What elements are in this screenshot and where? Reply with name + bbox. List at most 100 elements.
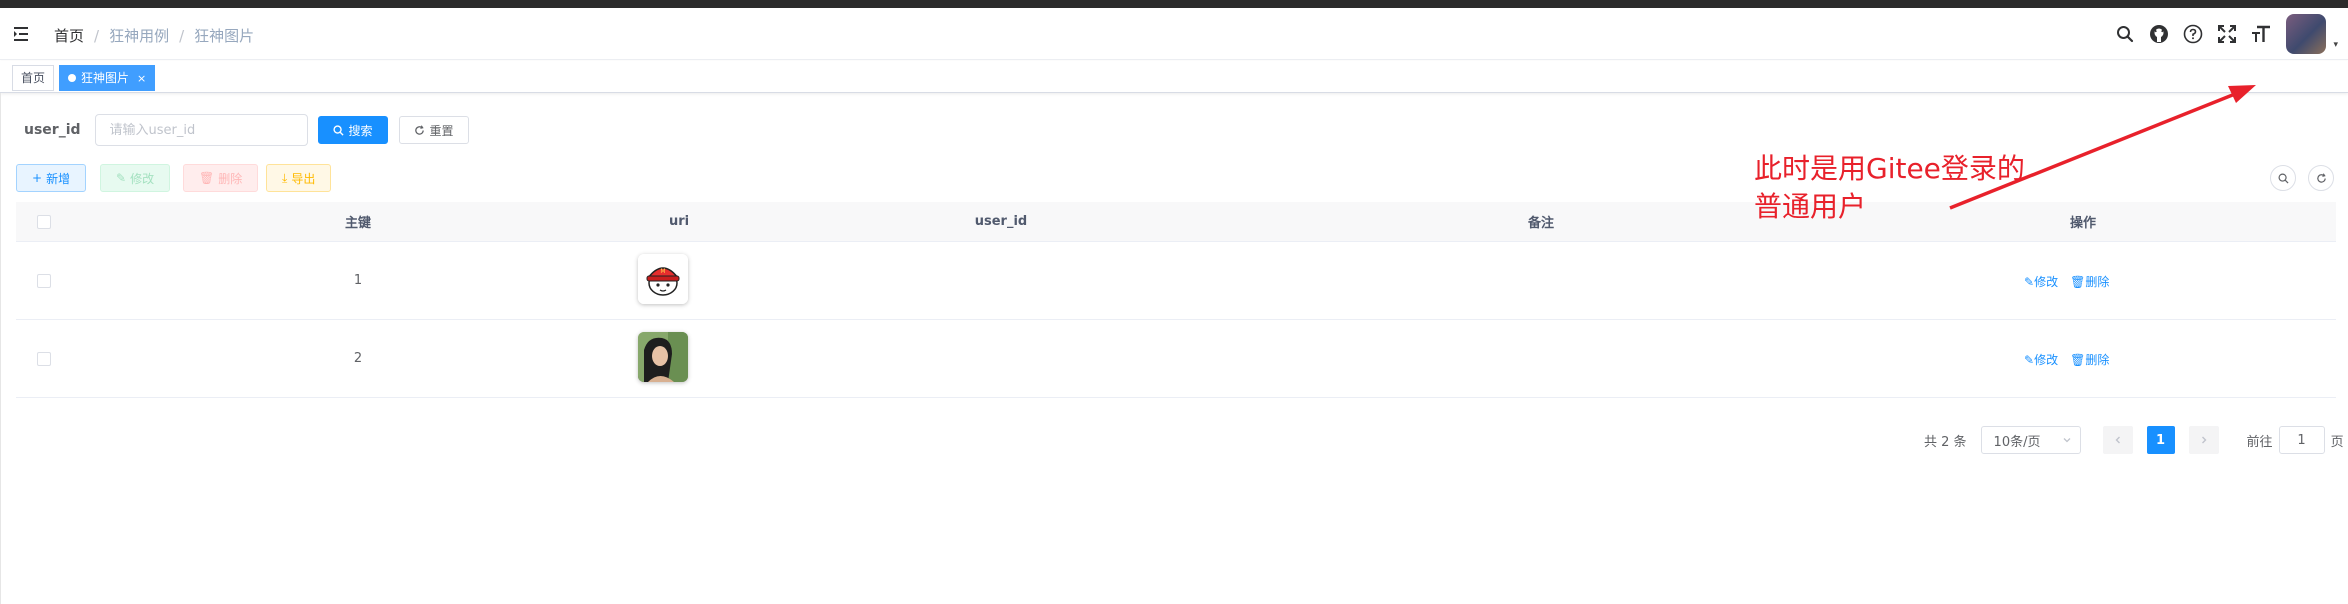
user-id-label: user_id — [24, 122, 81, 138]
search-icon — [332, 124, 344, 136]
breadcrumb-item: 狂神用例 — [109, 27, 170, 45]
row-delete-label: 删除 — [2085, 275, 2110, 289]
row-actions: ✎修改 🗑︎删除 — [2024, 273, 2109, 290]
edit-icon: ✎ — [116, 171, 127, 185]
chevron-left-icon — [2115, 436, 2120, 444]
breadcrumb: 首页 / 狂神用例 / 狂神图片 — [54, 25, 254, 46]
edit-button[interactable]: ✎ 修改 — [100, 164, 171, 192]
row-select-cell — [16, 273, 72, 288]
export-button-label: 导出 — [291, 171, 316, 186]
tag-label: 狂神图片 — [81, 71, 130, 85]
breadcrumb-home[interactable]: 首页 — [54, 25, 84, 46]
row-delete-label: 删除 — [2085, 353, 2110, 367]
goto-page-input[interactable] — [2278, 426, 2325, 454]
annotation-line-2: 普通用户 — [1754, 190, 1867, 223]
next-page-button[interactable] — [2188, 426, 2219, 454]
search-icon — [2278, 173, 2289, 184]
reset-button[interactable]: 重置 — [398, 116, 469, 144]
page-size-select[interactable]: 10条/页 — [1980, 426, 2081, 454]
user-id-input[interactable] — [94, 114, 308, 146]
toggle-search-button[interactable] — [2270, 165, 2296, 191]
table-row: 2 ✎修改 🗑︎删除 — [16, 320, 2336, 398]
row-edit-label: 修改 — [2034, 353, 2059, 367]
tag-label: 首页 — [21, 71, 46, 85]
search-form: user_id 搜索 重置 — [24, 114, 469, 146]
page-size-value: 10条/页 — [1993, 434, 2041, 450]
col-header-uri: uri — [668, 214, 690, 229]
help-icon[interactable] — [2176, 8, 2210, 60]
refresh-icon — [414, 124, 424, 135]
row-edit-link[interactable]: ✎修改 — [2024, 351, 2058, 368]
row-checkbox[interactable] — [37, 351, 51, 366]
row-delete-link[interactable]: 🗑︎删除 — [2070, 273, 2109, 290]
active-dot-icon — [68, 73, 76, 82]
annotation-line-1: 此时是用Gitee登录的 — [1754, 152, 2025, 185]
chevron-right-icon — [2201, 436, 2207, 444]
col-header-user-id: user_id — [974, 214, 1028, 229]
page-number-current[interactable]: 1 — [2146, 426, 2175, 454]
add-button-label: 新增 — [46, 171, 71, 186]
table-row: 1 M ✎修改 🗑︎删除 — [16, 242, 2336, 320]
cell-id: 2 — [353, 351, 363, 366]
refresh-icon — [2316, 172, 2326, 183]
browser-top-strip — [0, 0, 2348, 8]
chevron-down-icon — [2063, 438, 2071, 443]
left-border — [0, 93, 1, 604]
prev-page-button[interactable] — [2102, 426, 2133, 454]
row-edit-link[interactable]: ✎修改 — [2024, 273, 2058, 290]
uri-image-thumbnail[interactable] — [638, 332, 688, 382]
uri-image-thumbnail[interactable]: M — [638, 254, 688, 304]
data-table: 主键 uri user_id 备注 操作 1 M ✎修改 🗑︎删除 2 ✎修改 … — [16, 202, 2336, 398]
row-select-cell — [16, 351, 72, 366]
annotation-text: 此时是用Gitee登录的 普通用户 — [1754, 150, 2025, 226]
edit-icon: ✎ — [2024, 353, 2035, 367]
navbar: 首页 / 狂神用例 / 狂神图片 ▾ — [0, 8, 2348, 60]
fullscreen-icon[interactable] — [2210, 8, 2244, 60]
delete-button[interactable]: 🗑︎ 删除 — [183, 164, 259, 192]
select-all-checkbox[interactable] — [37, 214, 51, 229]
plus-icon: + — [32, 171, 43, 185]
cartoon-avatar-icon: M — [638, 254, 688, 304]
goto-prefix: 前往 — [2246, 434, 2273, 450]
delete-button-label: 删除 — [218, 171, 243, 186]
tags-view: 首页 狂神图片 × — [0, 61, 2348, 93]
edit-button-label: 修改 — [130, 171, 155, 186]
row-checkbox[interactable] — [37, 273, 51, 288]
svg-text:M: M — [660, 268, 665, 275]
tag-home[interactable]: 首页 — [12, 65, 55, 91]
col-header-remark: 备注 — [1527, 216, 1554, 231]
trash-icon: 🗑︎ — [2070, 275, 2086, 289]
breadcrumb-separator: / — [94, 26, 100, 45]
reset-button-label: 重置 — [429, 123, 454, 138]
export-button[interactable]: ⤓ 导出 — [266, 164, 332, 192]
download-icon: ⤓ — [282, 170, 288, 185]
select-all-cell — [16, 214, 72, 229]
github-icon[interactable] — [2142, 8, 2176, 60]
goto-suffix: 页 — [2330, 434, 2344, 450]
edit-icon: ✎ — [2024, 275, 2035, 289]
trash-icon: 🗑︎ — [199, 171, 215, 185]
add-button[interactable]: + 新增 — [16, 164, 87, 192]
font-size-icon[interactable] — [2244, 8, 2278, 60]
close-icon[interactable]: × — [137, 72, 146, 85]
search-icon[interactable] — [2108, 8, 2142, 60]
search-button[interactable]: 搜索 — [317, 116, 388, 144]
portrait-photo-icon — [638, 332, 688, 382]
trash-icon: 🗑︎ — [2070, 353, 2086, 367]
search-button-label: 搜索 — [348, 123, 373, 138]
breadcrumb-separator: / — [179, 26, 185, 45]
page-jumper: 前往 页 — [2247, 426, 2344, 454]
row-edit-label: 修改 — [2034, 275, 2059, 289]
refresh-button[interactable] — [2308, 165, 2334, 191]
avatar-dropdown[interactable]: ▾ — [2278, 8, 2348, 60]
breadcrumb-current: 狂神图片 — [194, 27, 255, 45]
tag-active[interactable]: 狂神图片 × — [59, 65, 156, 91]
cell-id: 1 — [353, 273, 363, 288]
col-header-id: 主键 — [344, 216, 371, 231]
right-menu: ▾ — [2108, 8, 2348, 60]
avatar[interactable] — [2286, 14, 2326, 54]
pagination: 共 2 条 10条/页 1 前往 页 — [1924, 426, 2344, 454]
pagination-total: 共 2 条 — [1924, 434, 1967, 450]
hamburger-icon[interactable] — [12, 24, 32, 44]
row-delete-link[interactable]: 🗑︎删除 — [2070, 351, 2109, 368]
